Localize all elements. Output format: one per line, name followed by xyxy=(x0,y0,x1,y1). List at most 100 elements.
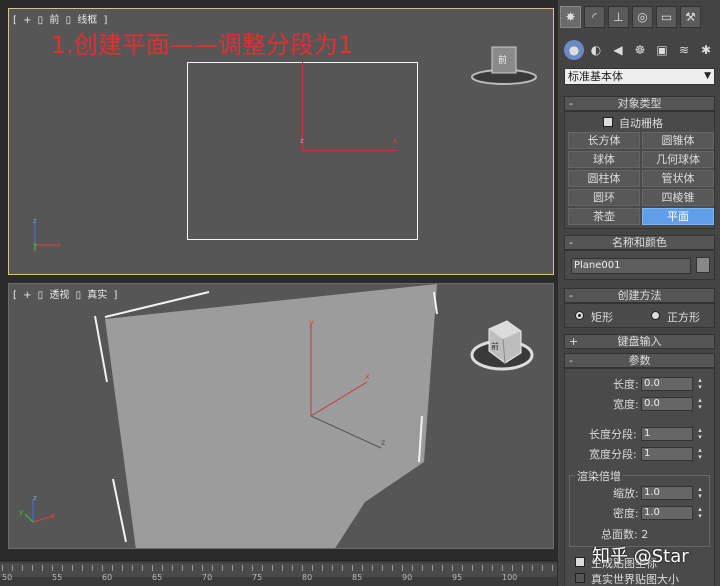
plane-button[interactable]: 平面 xyxy=(642,208,714,225)
length-segs-spinner[interactable]: ▴ ▾ xyxy=(695,427,705,441)
timeline-tick-mark xyxy=(462,565,463,571)
name-color-rollout: Plane001 xyxy=(564,250,715,280)
tube-button[interactable]: 管状体 xyxy=(642,170,714,187)
perspective-viewport[interactable]: [ + ▯ 透视 ▯ 真实 ] y x z z x y 前 xyxy=(8,283,554,549)
timeline-tick-mark xyxy=(342,565,343,571)
timeline-tick-mark xyxy=(82,565,83,571)
timeline-tick-mark xyxy=(402,565,403,571)
viewport-menu-plus[interactable]: + xyxy=(23,15,31,26)
timeline-tick-label: 55 xyxy=(52,573,63,582)
front-viewport-label[interactable]: [ + ▯ 前 ▯ 线框 ] xyxy=(13,11,110,26)
torus-button[interactable]: 圆环 xyxy=(568,189,640,206)
timeline-tick-mark xyxy=(302,565,303,571)
timeline-tick-mark xyxy=(412,565,413,571)
create-subtabs: ● ◐ ◀ ☸ ▣ ≋ ✱ xyxy=(564,40,718,60)
collapse-sign: - xyxy=(569,236,573,249)
modify-tab-icon[interactable]: ◜ xyxy=(584,6,605,28)
pyramid-button[interactable]: 四棱锥 xyxy=(642,189,714,206)
systems-icon[interactable]: ✱ xyxy=(696,40,716,60)
timeline-tick-mark xyxy=(522,565,523,571)
tripod-x-label: x xyxy=(57,241,62,249)
scale-label: 缩放: xyxy=(613,487,639,500)
width-segs-field[interactable]: 1 xyxy=(641,447,693,461)
width-field[interactable]: 0.0 xyxy=(641,397,693,411)
timeline-tick-mark xyxy=(322,565,323,571)
timeline-tick-label: 75 xyxy=(252,573,263,582)
spacewarps-icon[interactable]: ≋ xyxy=(674,40,694,60)
timeline-tick-label: 95 xyxy=(452,573,463,582)
create-tab-icon[interactable]: ✸ xyxy=(560,6,581,28)
shapes-icon[interactable]: ◐ xyxy=(586,40,606,60)
density-field[interactable]: 1.0 xyxy=(641,506,693,520)
timeline-tick-mark xyxy=(172,565,173,571)
timeline-tick-label: 85 xyxy=(352,573,363,582)
width-spinner[interactable]: ▴ ▾ xyxy=(695,397,705,411)
object-color-swatch[interactable] xyxy=(696,257,710,273)
teapot-button[interactable]: 茶壶 xyxy=(568,208,640,225)
timeline-tick-mark xyxy=(182,565,183,571)
timeline-track[interactable] xyxy=(0,563,557,577)
keyboard-entry-rollout-header[interactable]: + 键盘输入 xyxy=(564,334,715,349)
primitive-type-dropdown[interactable]: 标准基本体 ▼ xyxy=(564,68,715,85)
timeline-tick-mark xyxy=(122,565,123,571)
length-segs-field[interactable]: 1 xyxy=(641,427,693,441)
motion-tab-icon[interactable]: ◎ xyxy=(632,6,653,28)
real-world-checkbox[interactable] xyxy=(575,573,585,583)
timeline-tick-mark xyxy=(392,565,393,571)
timeline-tick-mark xyxy=(542,565,543,571)
width-segs-spinner[interactable]: ▴ ▾ xyxy=(695,447,705,461)
tripod-z-label: z xyxy=(33,494,37,502)
density-spinner[interactable]: ▴ ▾ xyxy=(695,506,705,520)
timeline-tick-mark xyxy=(232,565,233,571)
name-color-rollout-header[interactable]: - 名称和颜色 xyxy=(564,235,715,250)
hierarchy-tab-icon[interactable]: ⊥ xyxy=(608,6,629,28)
length-spinner[interactable]: ▴ ▾ xyxy=(695,377,705,391)
sphere-button[interactable]: 球体 xyxy=(568,151,640,168)
gen-mapping-checkbox[interactable] xyxy=(575,557,585,567)
timeline-tick-mark xyxy=(442,565,443,571)
tripod-y-label: y xyxy=(19,508,24,516)
autogrid-checkbox[interactable] xyxy=(603,117,613,127)
front-viewport[interactable]: [ + ▯ 前 ▯ 线框 ] 1.创建平面——调整分段为1 z x z x y … xyxy=(8,8,554,275)
object-name-field[interactable]: Plane001 xyxy=(571,258,691,274)
viewcube-face-label: 前 xyxy=(498,56,508,66)
watermark: 知乎 @Star xyxy=(592,546,689,567)
timeline-tick-label: 100 xyxy=(502,573,518,582)
timeline[interactable]: 50 55 60 65 70 75 80 85 90 95 100 xyxy=(0,560,557,586)
rectangle-radio[interactable] xyxy=(575,311,584,320)
creation-method-rollout-header[interactable]: - 创建方法 xyxy=(564,288,715,303)
square-radio[interactable] xyxy=(651,311,660,320)
annotation-text: 1.创建平面——调整分段为1 xyxy=(51,31,354,59)
scale-field[interactable]: 1.0 xyxy=(641,486,693,500)
density-label: 密度: xyxy=(613,507,639,520)
scale-spinner[interactable]: ▴ ▾ xyxy=(695,486,705,500)
length-segs-label: 长度分段: xyxy=(589,428,637,441)
display-tab-icon[interactable]: ▭ xyxy=(656,6,677,28)
rollout-title: 创建方法 xyxy=(617,289,662,302)
object-type-rollout-header[interactable]: - 对象类型 xyxy=(564,96,715,111)
box-button[interactable]: 长方体 xyxy=(568,132,640,149)
viewcube-icon[interactable] xyxy=(469,309,535,375)
total-faces-label: 总面数: 2 xyxy=(601,528,649,541)
timeline-tick-mark xyxy=(472,565,473,571)
cameras-icon[interactable]: ☸ xyxy=(630,40,650,60)
parameters-rollout-header[interactable]: - 参数 xyxy=(564,353,715,368)
length-field[interactable]: 0.0 xyxy=(641,377,693,391)
cylinder-button[interactable]: 圆柱体 xyxy=(568,170,640,187)
timeline-tick-label: 70 xyxy=(202,573,213,582)
cone-button[interactable]: 圆锥体 xyxy=(642,132,714,149)
lights-icon[interactable]: ◀ xyxy=(608,40,628,60)
timeline-tick-label: 80 xyxy=(302,573,313,582)
gizmo-x-axis[interactable] xyxy=(302,150,397,151)
collapse-sign: - xyxy=(569,97,573,110)
timeline-tick-mark xyxy=(42,565,43,571)
geosphere-button[interactable]: 几何球体 xyxy=(642,151,714,168)
persp-gizmo-z-label: z xyxy=(381,438,386,447)
command-panel: ✸ ◜ ⊥ ◎ ▭ ⚒ ● ◐ ◀ ☸ ▣ ≋ ✱ 标准基本体 ▼ - 对象类型… xyxy=(557,0,720,586)
gizmo-x-label: x xyxy=(393,137,398,145)
utilities-tab-icon[interactable]: ⚒ xyxy=(680,6,701,28)
geometry-icon[interactable]: ● xyxy=(564,40,584,60)
width-label: 宽度: xyxy=(613,398,639,411)
helpers-icon[interactable]: ▣ xyxy=(652,40,672,60)
timeline-tick-mark xyxy=(152,565,153,571)
